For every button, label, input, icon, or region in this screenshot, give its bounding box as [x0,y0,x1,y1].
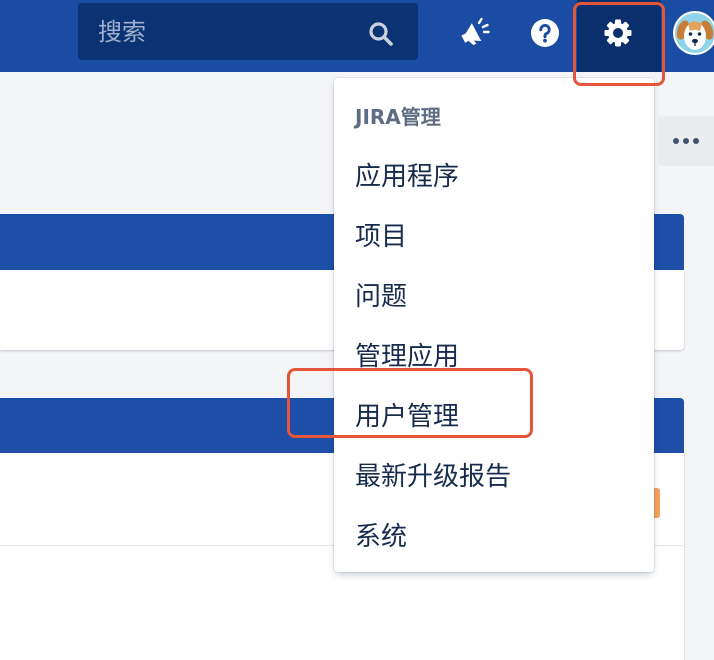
search-box[interactable] [78,3,418,60]
admin-menu-item-manage-apps[interactable]: 管理应用 [334,327,654,387]
admin-menu-heading: JIRA管理 [355,105,441,129]
admin-menu-item-system[interactable]: 系统 [334,507,654,567]
admin-menu-item-issues[interactable]: 问题 [334,267,654,327]
megaphone-icon[interactable] [458,17,490,49]
admin-menu-item-user-management[interactable]: 用户管理 [334,387,654,447]
admin-menu-item-projects[interactable]: 项目 [334,207,654,267]
search-icon[interactable] [368,21,394,47]
settings-button[interactable] [577,0,661,72]
admin-menu-item-applications[interactable]: 应用程序 [334,147,654,207]
user-avatar[interactable] [673,11,714,55]
search-input[interactable] [78,3,418,60]
more-icon [673,138,699,144]
help-icon[interactable] [530,18,560,48]
admin-menu-item-upgrade-report[interactable]: 最新升级报告 [334,447,654,507]
admin-dropdown-menu: JIRA管理 应用程序 项目 问题 管理应用 用户管理 最新升级报告 系统 [334,78,654,572]
more-actions-button[interactable] [658,116,714,166]
avatar [673,11,714,55]
gear-icon [604,19,632,47]
top-navigation-bar [0,0,714,72]
